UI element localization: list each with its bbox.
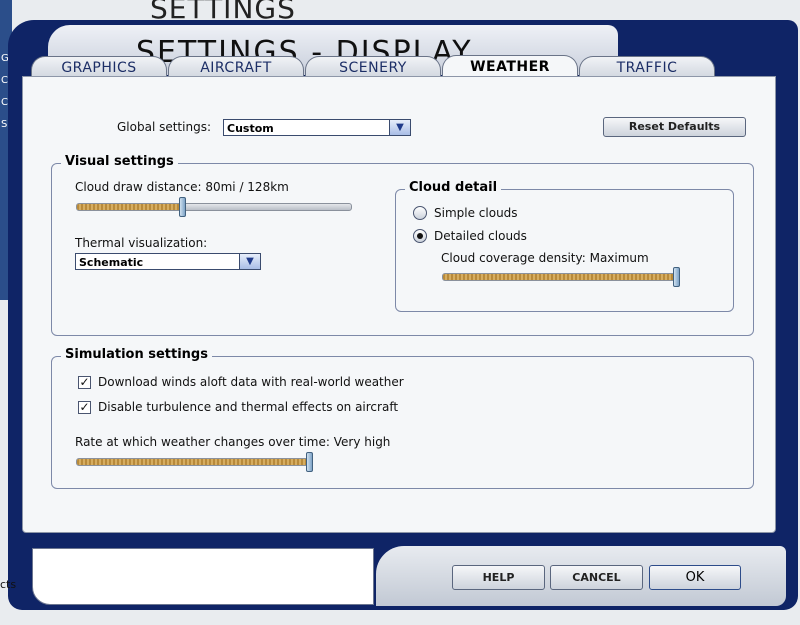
thermal-visualization-select[interactable]: Schematic ▼ — [75, 253, 261, 270]
simple-clouds-radio[interactable] — [413, 206, 427, 220]
cancel-button[interactable]: CANCEL — [550, 565, 643, 590]
cloud-coverage-density-fill — [443, 274, 675, 280]
simulation-settings-legend: Simulation settings — [61, 347, 212, 362]
cloud-detail-legend: Cloud detail — [405, 180, 502, 195]
reset-defaults-button[interactable]: Reset Defaults — [603, 117, 746, 137]
weather-change-rate-fill — [77, 459, 308, 465]
cloud-draw-distance-thumb[interactable] — [179, 197, 187, 217]
global-settings-select[interactable]: Custom ▼ — [223, 119, 411, 136]
weather-change-rate-label: Rate at which weather changes over time:… — [75, 435, 391, 449]
global-settings-label: Global settings: — [117, 120, 211, 134]
detailed-clouds-label[interactable]: Detailed clouds — [434, 229, 527, 243]
simple-clouds-label[interactable]: Simple clouds — [434, 206, 518, 220]
global-settings-value: Custom — [227, 122, 274, 135]
chevron-down-icon[interactable]: ▼ — [389, 120, 410, 135]
chevron-down-icon[interactable]: ▼ — [239, 254, 260, 269]
weather-change-rate-slider[interactable] — [76, 452, 313, 472]
cloud-draw-distance-slider[interactable] — [76, 197, 352, 217]
download-winds-label[interactable]: Download winds aloft data with real-worl… — [98, 375, 404, 389]
cloud-coverage-density-slider[interactable] — [442, 267, 680, 287]
cloud-coverage-density-label: Cloud coverage density: Maximum — [441, 251, 649, 265]
status-box — [32, 548, 374, 605]
weather-change-rate-thumb[interactable] — [306, 452, 313, 472]
disable-turbulence-checkbox[interactable]: ✓ — [78, 401, 91, 414]
ok-button[interactable]: OK — [649, 565, 741, 590]
cloud-coverage-density-thumb[interactable] — [673, 267, 680, 287]
thermal-visualization-value: Schematic — [79, 256, 144, 269]
download-winds-checkbox[interactable]: ✓ — [78, 376, 91, 389]
disable-turbulence-label[interactable]: Disable turbulence and thermal effects o… — [98, 400, 398, 414]
visual-settings-legend: Visual settings — [61, 154, 178, 169]
thermal-visualization-label: Thermal visualization: — [75, 236, 208, 250]
cloud-draw-distance-fill — [77, 204, 182, 210]
detailed-clouds-radio[interactable] — [413, 229, 427, 243]
help-button[interactable]: HELP — [452, 565, 545, 590]
cloud-draw-distance-label: Cloud draw distance: 80mi / 128km — [75, 180, 289, 194]
background-bottom-text: cts — [0, 578, 17, 591]
